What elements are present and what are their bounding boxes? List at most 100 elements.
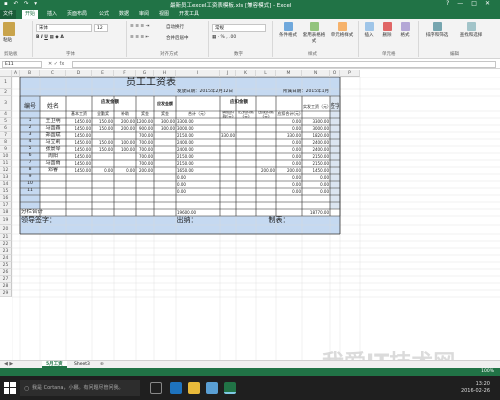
subheader[interactable]: 奖金 [155,111,175,118]
header-actual[interactable]: 实发工资（元） [303,96,329,118]
salary-value[interactable]: 700.00 [137,146,153,153]
find-select-button[interactable]: 查找和选择 [456,22,486,38]
column-header[interactable]: C [40,70,66,77]
subtotal-actual[interactable]: 18770.00 [303,209,329,216]
employee-name[interactable]: 王卫明 [41,118,65,125]
salary-value[interactable] [155,153,175,160]
conditional-format-button[interactable]: 条件格式 [276,22,300,38]
salary-value[interactable] [221,118,235,125]
row-header[interactable]: 18 [0,209,12,216]
column-header[interactable]: O [330,70,340,77]
salary-value[interactable]: 2150.00 [177,160,219,167]
help-icon[interactable]: ? [446,0,457,7]
tab-insert[interactable]: 插入 [44,10,60,19]
subtotal-total[interactable]: 19600.00 [177,209,219,216]
salary-value[interactable] [115,132,135,139]
salary-value[interactable]: 330.00 [277,132,301,139]
select-all-corner[interactable] [0,70,12,77]
salary-value[interactable] [67,174,91,181]
salary-value[interactable]: 300.00 [155,125,175,132]
employee-number[interactable]: 1 [21,118,39,125]
salary-value[interactable]: 0.00 [177,181,219,188]
merge-center-button[interactable]: 合并后居中 [166,35,189,41]
store-icon[interactable] [206,382,218,394]
salary-value[interactable]: 1450.00 [67,153,91,160]
salary-value[interactable]: 1450.00 [303,167,329,174]
row-header[interactable]: 24 [0,255,12,262]
employee-name[interactable] [41,174,65,181]
salary-value[interactable]: 200.00 [115,125,135,132]
salary-value[interactable] [257,146,275,153]
row-header[interactable]: 5 [0,118,12,125]
issue-date[interactable]: 发放日期：2015年2月12日 [177,89,255,96]
salary-value[interactable]: 1450.00 [67,167,91,174]
cortana-search-box[interactable]: 我是 Cortana，小娜。有问题尽管问我。 [20,380,140,396]
tab-data[interactable]: 数据 [116,10,132,19]
salary-value[interactable]: 2400.00 [303,139,329,146]
salary-value[interactable]: 2150.00 [303,160,329,167]
salary-value[interactable]: 700.00 [137,132,153,139]
tab-page-layout[interactable]: 页面布局 [64,10,90,19]
salary-value[interactable]: 1450.00 [67,139,91,146]
salary-value[interactable]: 200.00 [137,167,153,174]
salary-value[interactable] [237,153,255,160]
salary-value[interactable] [257,153,275,160]
sheet-tab-sheet3[interactable]: Sheet3 [70,361,94,368]
salary-value[interactable] [137,188,153,195]
task-view-icon[interactable] [150,382,162,394]
salary-value[interactable] [257,118,275,125]
column-header[interactable]: I [176,70,220,77]
salary-value[interactable] [221,146,235,153]
minimize-button[interactable]: — [457,0,471,7]
column-header[interactable]: K [236,70,256,77]
salary-value[interactable]: 0.00 [115,167,135,174]
salary-value[interactable]: 0.00 [277,174,301,181]
tab-formulas[interactable]: 公式 [96,10,112,19]
row-header[interactable]: 25 [0,262,12,269]
salary-value[interactable] [221,125,235,132]
salary-value[interactable]: 0.00 [277,188,301,195]
formula-input[interactable] [72,61,496,68]
row-header[interactable]: 28 [0,283,12,290]
salary-value[interactable] [237,160,255,167]
salary-value[interactable]: 2400.00 [177,139,219,146]
tab-review[interactable]: 审阅 [136,10,152,19]
font-size-box[interactable]: 12 [94,24,108,32]
salary-value[interactable] [115,160,135,167]
salary-value[interactable] [221,167,235,174]
subheader[interactable]: 全勤奖 [93,111,113,118]
salary-value[interactable]: 0.00 [177,188,219,195]
font-style-buttons[interactable]: B I U ▦ ◆ A [36,35,64,40]
header-name[interactable]: 姓名 [41,96,65,118]
salary-value[interactable] [257,188,275,195]
close-button[interactable]: ✕ [485,0,498,7]
salary-value[interactable]: 0.00 [93,167,113,174]
tab-file[interactable]: 文件 [0,10,17,19]
salary-value[interactable]: 150.00 [93,125,113,132]
salary-value[interactable] [221,188,235,195]
salary-value[interactable]: 0.00 [277,146,301,153]
employee-number[interactable]: 6 [21,153,39,160]
salary-value[interactable]: 0.00 [277,125,301,132]
cashier-label[interactable]: 出纳： [155,216,219,225]
header-deduct[interactable]: 应扣金额 [177,96,301,111]
employee-number[interactable]: 4 [21,139,39,146]
salary-value[interactable]: 2150.00 [177,132,219,139]
salary-value[interactable] [115,153,135,160]
salary-value[interactable] [67,188,91,195]
row-header[interactable]: 6 [0,125,12,132]
salary-value[interactable]: 1450.00 [67,160,91,167]
salary-value[interactable] [115,188,135,195]
salary-value[interactable]: 300.00 [155,118,175,125]
salary-value[interactable]: 700.00 [137,153,153,160]
column-header[interactable]: B [20,70,40,77]
subheader[interactable]: 应扣合计(元) [277,111,301,118]
align-buttons-2[interactable]: ≡ ≡ ≡ ⇤ [130,35,149,40]
salary-value[interactable] [93,132,113,139]
salary-value[interactable] [93,160,113,167]
employee-number[interactable]: 3 [21,132,39,139]
salary-value[interactable] [237,132,255,139]
worksheet-grid[interactable]: 员工工资表 发放日期：2015年2月12日 所属日期：2015年1月 编号 姓名 应发金额… [12,77,500,360]
salary-value[interactable]: 0.00 [277,139,301,146]
employee-name[interactable]: 马立莉 [41,139,65,146]
